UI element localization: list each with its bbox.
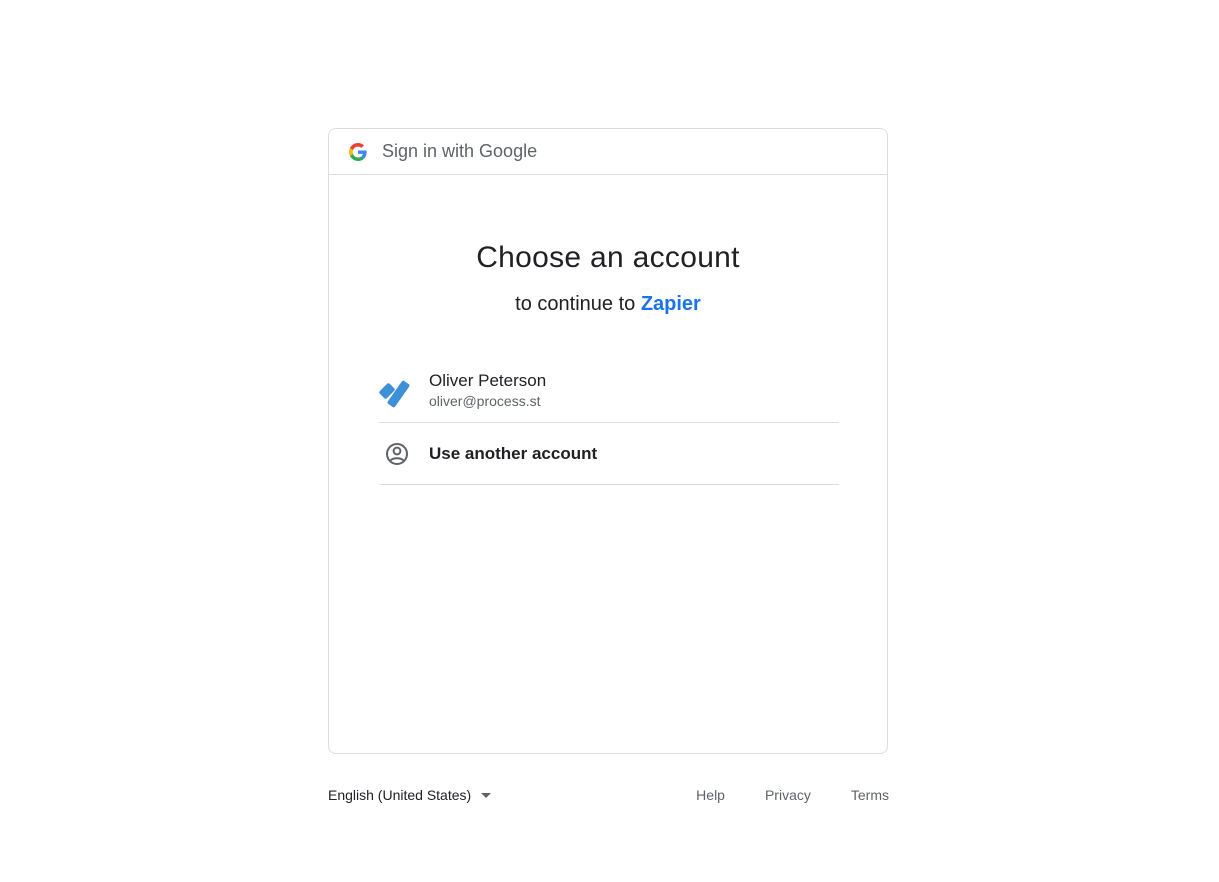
account-email: oliver@process.st <box>429 393 541 409</box>
use-another-account-button[interactable]: Use another account <box>379 423 839 485</box>
help-link[interactable]: Help <box>696 787 725 803</box>
page-title: Choose an account <box>476 241 740 274</box>
account-list: Oliver Peterson oliver@process.st Use an… <box>379 359 839 485</box>
account-circle-icon <box>379 436 415 472</box>
sign-in-card: Sign in with Google Choose an account to… <box>328 128 888 754</box>
app-name-link[interactable]: Zapier <box>641 293 701 315</box>
caret-down-icon <box>481 792 492 798</box>
footer: English (United States) Help Privacy Ter… <box>328 782 889 808</box>
account-row-oliver[interactable]: Oliver Peterson oliver@process.st <box>379 359 839 423</box>
account-info: Oliver Peterson oliver@process.st <box>429 370 546 411</box>
account-name: Oliver Peterson <box>429 371 547 390</box>
subtitle-prefix: to continue to <box>515 293 641 315</box>
header-title: Sign in with Google <box>382 141 538 161</box>
card-header: Sign in with Google <box>329 129 887 175</box>
use-another-account-label: Use another account <box>429 443 598 463</box>
process-street-logo-icon <box>379 373 415 409</box>
language-selector[interactable]: English (United States) <box>328 787 492 803</box>
privacy-link[interactable]: Privacy <box>765 787 811 803</box>
footer-links: Help Privacy Terms <box>696 787 889 803</box>
page-subtitle: to continue to Zapier <box>329 293 887 316</box>
terms-link[interactable]: Terms <box>851 787 889 803</box>
google-logo-icon <box>349 142 367 161</box>
language-label: English (United States) <box>328 787 472 803</box>
